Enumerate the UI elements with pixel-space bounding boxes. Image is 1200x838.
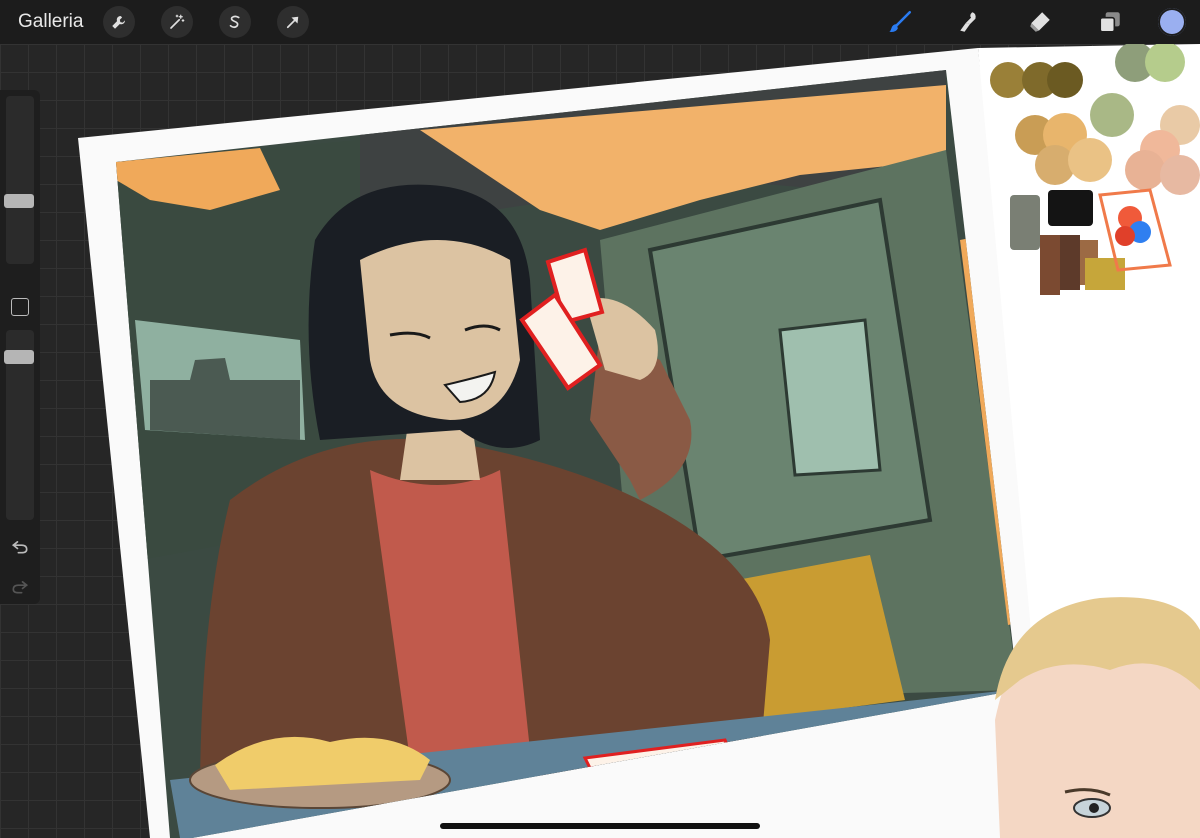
home-indicator [440, 823, 760, 829]
gallery-button[interactable]: Galleria [18, 11, 83, 33]
brush-button[interactable] [882, 4, 918, 40]
layers-icon [1099, 12, 1120, 33]
modifier-button[interactable] [11, 298, 29, 316]
adjustments-button[interactable] [161, 6, 194, 38]
smudge-button[interactable] [952, 4, 988, 40]
wrench-icon [112, 16, 126, 29]
redo-icon[interactable] [10, 576, 30, 596]
smudge-icon [960, 12, 976, 32]
brush-icon [889, 10, 912, 32]
brush-size-slider[interactable] [6, 96, 34, 264]
character-sketch [995, 597, 1200, 838]
magic-wand-icon [170, 14, 185, 29]
selection-button[interactable] [219, 6, 252, 38]
actions-button[interactable] [103, 6, 136, 38]
transform-button[interactable] [277, 6, 310, 38]
selection-s-icon [230, 15, 241, 29]
right-tools [848, 0, 1200, 44]
artwork-canvas[interactable] [0, 0, 1200, 838]
layers-button[interactable] [1092, 4, 1128, 40]
brush-size-thumb[interactable] [4, 194, 34, 208]
eraser-button[interactable] [1022, 4, 1058, 40]
top-toolbar: Galleria [0, 0, 1200, 44]
transform-arrow-icon [287, 16, 299, 29]
left-sidebar [0, 90, 40, 604]
eraser-icon [1030, 12, 1050, 32]
undo-icon[interactable] [10, 536, 30, 556]
color-picker-button[interactable] [1158, 8, 1186, 36]
opacity-thumb[interactable] [4, 350, 34, 364]
